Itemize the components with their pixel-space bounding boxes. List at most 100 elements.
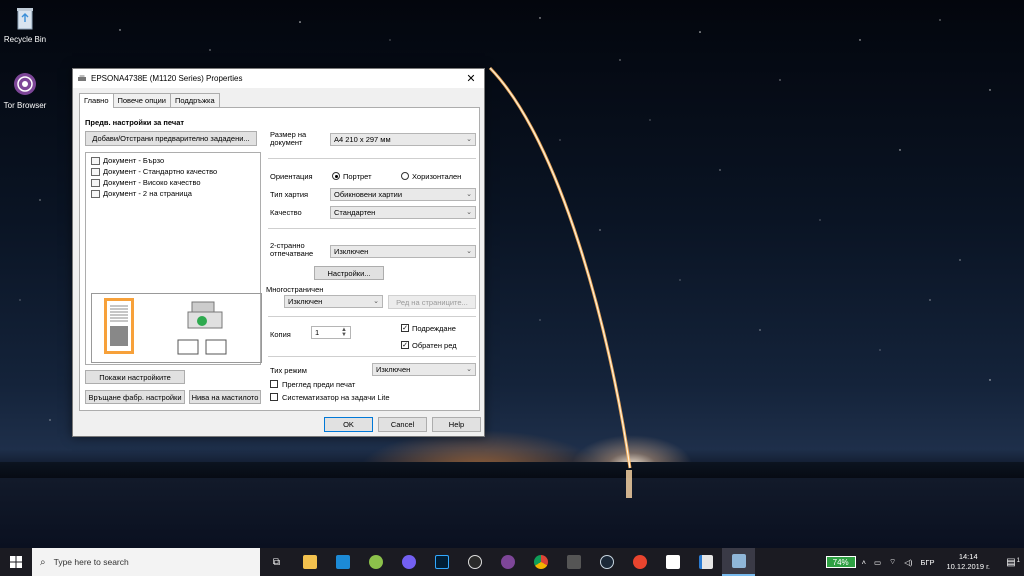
chevron-up-icon[interactable]: ˄ xyxy=(862,558,866,567)
divider xyxy=(268,316,476,317)
copies-input[interactable]: 1 ▲ ▼ xyxy=(311,326,351,339)
paper-size-label: Размер на документ xyxy=(270,130,307,147)
notification-center-button[interactable]: ▤ 1 xyxy=(998,557,1024,568)
language-indicator[interactable]: БГР xyxy=(920,558,934,567)
taskbar-steam[interactable] xyxy=(590,548,623,576)
taskbar-viber[interactable] xyxy=(392,548,425,576)
paper-size-select[interactable]: A4 210 x 297 мм ⌄ xyxy=(330,133,476,146)
folder-icon xyxy=(302,555,317,569)
start-button[interactable] xyxy=(0,548,32,576)
printer-icon xyxy=(731,554,746,568)
taskbar-chrome[interactable] xyxy=(524,548,557,576)
multipage-label: Многостраничен xyxy=(266,285,324,294)
landscape-radio[interactable] xyxy=(401,172,409,180)
preset-item[interactable]: Документ - Стандартно качество xyxy=(91,167,217,176)
collate-checkbox[interactable]: ✓ xyxy=(401,324,409,332)
job-arranger-checkbox[interactable] xyxy=(270,393,278,401)
print-preview-graphic xyxy=(91,293,262,363)
taskbar-file-explorer[interactable] xyxy=(293,548,326,576)
clock-time: 14:14 xyxy=(958,552,978,561)
divider xyxy=(268,158,476,159)
document-icon xyxy=(698,555,713,569)
page-order-button[interactable]: Ред на страниците... xyxy=(388,295,476,309)
duplex-settings-button[interactable]: Настройки... xyxy=(314,266,384,280)
tab-main[interactable]: Главно xyxy=(79,93,114,108)
clock[interactable]: 14:14 10.12.2019 г. xyxy=(946,552,990,572)
taskbar: ⌕ Type here to search ⧉ 74% ˄ ▭ ⌔ ◁) БГР… xyxy=(0,548,1024,576)
portrait-label: Портрет xyxy=(343,172,372,181)
taskbar-notepad[interactable] xyxy=(656,548,689,576)
spinner-arrows-icon[interactable]: ▲ ▼ xyxy=(341,327,347,338)
tor-browser-label: Tor Browser xyxy=(3,101,47,110)
taskbar-calculator[interactable] xyxy=(557,548,590,576)
taskbar-search-box[interactable]: ⌕ Type here to search xyxy=(32,548,260,576)
notepad-icon xyxy=(665,555,680,569)
close-icon: ✕ xyxy=(466,73,476,85)
task-view-button[interactable]: ⧉ xyxy=(260,548,293,576)
preset-item[interactable]: Документ - Бързо xyxy=(91,156,164,165)
printer-properties-dialog: EPSONA4738E (M1120 Series) Properties ✕ … xyxy=(72,68,485,437)
landscape-label: Хоризонтален xyxy=(412,172,462,181)
photoshop-icon xyxy=(434,555,449,569)
tab-strip: Главно Повече опции Поддръжка xyxy=(79,93,220,108)
printer-icon xyxy=(78,74,86,81)
taskbar-tor[interactable] xyxy=(491,548,524,576)
steam-icon xyxy=(599,555,614,569)
duplex-label: 2-странно отпечатване xyxy=(270,241,314,258)
quality-select[interactable]: Стандартен ⌄ xyxy=(330,206,476,219)
divider xyxy=(268,228,476,229)
system-tray: 74% ˄ ▭ ⌔ ◁) БГР 14:14 10.12.2019 г. ▤ 1 xyxy=(825,548,1024,576)
presets-list: Документ - Бързо Документ - Стандартно к… xyxy=(85,152,262,365)
taskbar-app-orange[interactable] xyxy=(623,548,656,576)
reverse-order-checkbox[interactable]: ✓ xyxy=(401,341,409,349)
restore-defaults-button[interactable]: Връщане фабр. настройки xyxy=(85,390,185,404)
taskbar-app-paint[interactable] xyxy=(359,548,392,576)
viber-icon xyxy=(401,555,416,569)
app-icon xyxy=(632,555,647,569)
taskbar-document[interactable] xyxy=(689,548,722,576)
dialog-title: EPSONA4738E (M1120 Series) Properties xyxy=(91,74,243,83)
quiet-mode-select[interactable]: Изключен ⌄ xyxy=(372,363,476,376)
taskbar-app-l[interactable] xyxy=(326,548,359,576)
collate-label: Подреждане xyxy=(412,324,456,333)
l-app-icon xyxy=(335,555,350,569)
portrait-radio[interactable] xyxy=(332,172,340,180)
add-remove-presets-button[interactable]: Добави/Отстрани предварително зададени..… xyxy=(85,131,257,146)
battery-icon[interactable]: ▭ xyxy=(874,558,881,567)
close-button[interactable]: ✕ xyxy=(458,69,484,88)
preset-item[interactable]: Документ - 2 на страница xyxy=(91,189,192,198)
multipage-select[interactable]: Изключен ⌄ xyxy=(284,295,383,308)
notification-icon: ▤ xyxy=(1006,556,1016,568)
app-icon xyxy=(467,555,482,569)
divider xyxy=(268,356,476,357)
show-settings-button[interactable]: Покажи настройките xyxy=(85,370,185,384)
paint-icon xyxy=(368,555,383,569)
recycle-bin-label: Recycle Bin xyxy=(3,35,47,44)
volume-icon[interactable]: ◁) xyxy=(904,558,912,567)
tab-maintenance[interactable]: Поддръжка xyxy=(169,93,220,107)
wifi-icon[interactable]: ⌔ xyxy=(889,557,896,567)
preset-item[interactable]: Документ - Високо качество xyxy=(91,178,201,187)
tor-browser-icon xyxy=(11,70,39,98)
document-icon xyxy=(91,167,100,176)
dialog-titlebar[interactable]: EPSONA4738E (M1120 Series) Properties ✕ xyxy=(73,69,484,88)
recycle-bin-icon xyxy=(11,4,39,32)
orientation-label: Ориентация xyxy=(270,172,313,181)
battery-indicator[interactable]: 74% xyxy=(825,556,856,568)
duplex-select[interactable]: Изключен ⌄ xyxy=(330,245,476,258)
desktop-icon-tor-browser[interactable]: Tor Browser xyxy=(0,70,50,110)
taskbar-app-dark[interactable] xyxy=(458,548,491,576)
search-icon: ⌕ xyxy=(40,556,46,568)
desktop-icon-recycle-bin[interactable]: Recycle Bin xyxy=(0,4,50,44)
ink-levels-button[interactable]: Нива на мастилото xyxy=(189,390,261,404)
paper-type-select[interactable]: Обикновени хартии ⌄ xyxy=(330,188,476,201)
print-preview-label: Преглед преди печат xyxy=(282,380,356,389)
print-preview-checkbox[interactable] xyxy=(270,380,278,388)
taskbar-photoshop[interactable] xyxy=(425,548,458,576)
ok-button[interactable]: OK xyxy=(324,417,373,432)
page-and-printer-icon xyxy=(104,298,227,355)
help-button[interactable]: Help xyxy=(432,417,481,432)
taskbar-printer-settings[interactable] xyxy=(722,548,755,576)
tab-more-options[interactable]: Повече опции xyxy=(112,93,171,107)
cancel-button[interactable]: Cancel xyxy=(378,417,427,432)
